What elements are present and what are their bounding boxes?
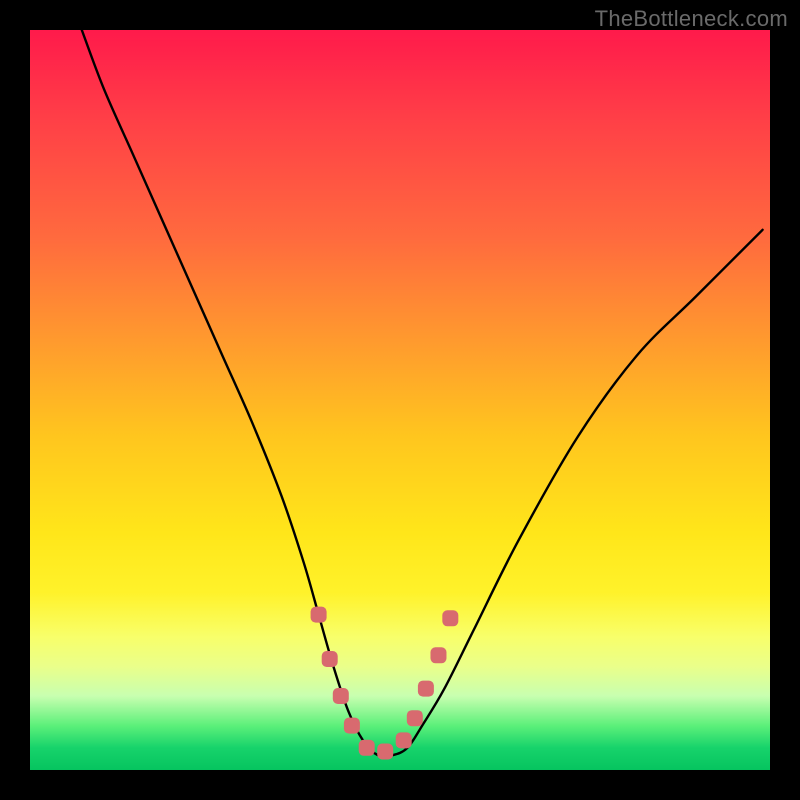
chart-svg [30,30,770,770]
marker-dot [322,651,338,667]
marker-dot [359,740,375,756]
marker-dot [333,688,349,704]
marker-dot [377,744,393,760]
watermark-text: TheBottleneck.com [595,6,788,32]
plot-area [30,30,770,770]
marker-dot [407,710,423,726]
marker-dot [418,681,434,697]
marker-dot [344,718,360,734]
marker-dot [430,647,446,663]
marker-dots [311,607,459,760]
chart-frame: TheBottleneck.com [0,0,800,800]
marker-dot [311,607,327,623]
marker-dot [442,610,458,626]
bottleneck-curve [82,30,763,757]
marker-dot [396,732,412,748]
